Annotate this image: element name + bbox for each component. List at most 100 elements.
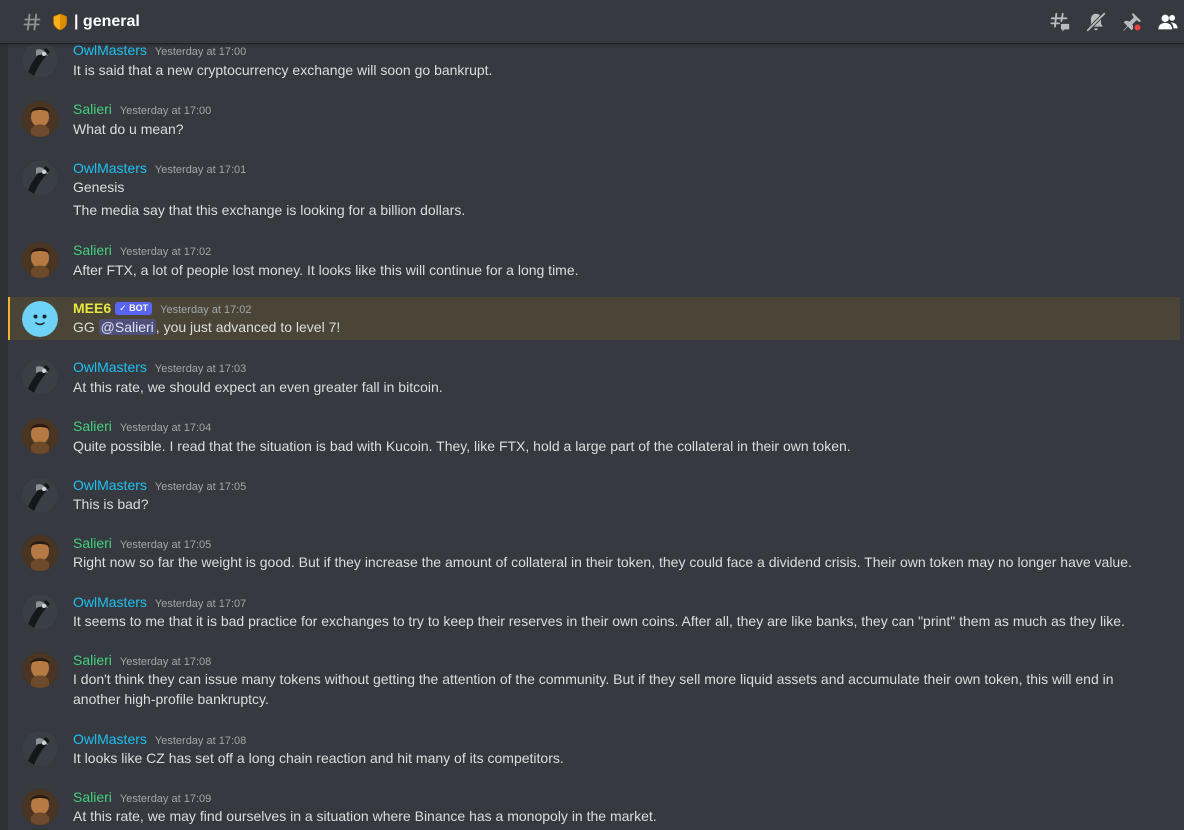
message-text: This is bad? bbox=[73, 496, 149, 512]
avatar-owlmasters[interactable] bbox=[22, 731, 58, 767]
avatar-salieri[interactable] bbox=[22, 101, 58, 137]
salieri-avatar-image bbox=[22, 418, 58, 454]
salieri-avatar-image bbox=[22, 652, 58, 688]
avatar-owlmasters[interactable] bbox=[22, 359, 58, 395]
author-name[interactable]: OwlMasters bbox=[73, 731, 147, 747]
message-header: MEE6 ✓ BOT Yesterday at 17:02 bbox=[73, 300, 252, 317]
owl-avatar-image bbox=[22, 594, 58, 630]
message-list: OwlMasters Yesterday at 17:00 It is said… bbox=[8, 0, 1180, 830]
avatar-salieri[interactable] bbox=[22, 535, 58, 571]
message-text: Genesis bbox=[73, 179, 125, 195]
author-name[interactable]: Salieri bbox=[73, 101, 112, 117]
message-text: It seems to me that it is bad practice f… bbox=[73, 613, 1125, 629]
message: Salieri Yesterday at 17:05 Right now so … bbox=[8, 533, 1180, 585]
owl-avatar-image bbox=[22, 359, 58, 395]
author-name[interactable]: Salieri bbox=[73, 242, 112, 258]
author-name[interactable]: Salieri bbox=[73, 535, 112, 551]
mute-icon bbox=[1086, 12, 1106, 32]
message-header: Salieri Yesterday at 17:08 bbox=[73, 652, 211, 668]
avatar-salieri[interactable] bbox=[22, 242, 58, 278]
owl-avatar-image bbox=[22, 42, 58, 78]
server-sidebar-edge bbox=[0, 0, 8, 830]
message-header: OwlMasters Yesterday at 17:08 bbox=[73, 731, 246, 747]
message: Salieri Yesterday at 17:02 After FTX, a … bbox=[8, 240, 1180, 292]
mee6-avatar-image bbox=[22, 301, 58, 337]
text-suffix: , you just advanced to level 7! bbox=[155, 319, 341, 335]
message: Salieri Yesterday at 17:08 I don't think… bbox=[8, 650, 1180, 722]
message-text: After FTX, a lot of people lost money. I… bbox=[73, 262, 579, 278]
avatar-owlmasters[interactable] bbox=[22, 594, 58, 630]
salieri-avatar-image bbox=[22, 789, 58, 825]
message-text: It looks like CZ has set off a long chai… bbox=[73, 750, 564, 766]
avatar-owlmasters[interactable] bbox=[22, 160, 58, 196]
header-toolbar bbox=[1036, 0, 1180, 44]
message: Salieri Yesterday at 17:09 At this rate,… bbox=[8, 787, 1180, 830]
threads-button[interactable] bbox=[1048, 10, 1072, 34]
text-prefix: GG bbox=[73, 319, 99, 335]
channel-title: | general bbox=[74, 13, 140, 31]
author-name[interactable]: MEE6 bbox=[73, 300, 111, 316]
timestamp: Yesterday at 17:09 bbox=[119, 793, 212, 805]
author-name[interactable]: OwlMasters bbox=[73, 359, 147, 375]
timestamp: Yesterday at 17:00 bbox=[154, 46, 247, 58]
author-name[interactable]: Salieri bbox=[73, 418, 112, 434]
author-name[interactable]: Salieri bbox=[73, 789, 112, 805]
owl-avatar-image bbox=[22, 731, 58, 767]
timestamp: Yesterday at 17:02 bbox=[119, 246, 212, 258]
owl-avatar-image bbox=[22, 477, 58, 513]
author-name[interactable]: OwlMasters bbox=[73, 160, 147, 176]
avatar-owlmasters[interactable] bbox=[22, 477, 58, 513]
channel-header: | general bbox=[0, 0, 1184, 44]
message-header: OwlMasters Yesterday at 17:05 bbox=[73, 477, 246, 493]
avatar-salieri[interactable] bbox=[22, 789, 58, 825]
message: Salieri Yesterday at 17:00 What do u mea… bbox=[8, 99, 1180, 151]
member-list-button[interactable] bbox=[1156, 10, 1180, 34]
timestamp: Yesterday at 17:02 bbox=[160, 304, 252, 316]
timestamp: Yesterday at 17:08 bbox=[119, 656, 212, 668]
message-text: The media say that this exchange is look… bbox=[73, 202, 466, 218]
user-mention[interactable]: @Salieri bbox=[98, 319, 156, 335]
salieri-avatar-image bbox=[22, 242, 58, 278]
message: OwlMasters Yesterday at 17:08 It looks l… bbox=[8, 729, 1180, 781]
owl-avatar-image bbox=[22, 160, 58, 196]
author-name[interactable]: OwlMasters bbox=[73, 42, 147, 58]
hash-icon bbox=[23, 13, 41, 30]
message-header: OwlMasters Yesterday at 17:00 bbox=[73, 42, 246, 58]
author-name[interactable]: Salieri bbox=[73, 652, 112, 668]
message-text: GG @Salieri, you just advanced to level … bbox=[73, 319, 340, 335]
message: OwlMasters Yesterday at 17:05 This is ba… bbox=[8, 475, 1180, 527]
message: OwlMasters Yesterday at 17:01 Genesis Th… bbox=[8, 158, 1180, 224]
message-text: What do u mean? bbox=[73, 121, 184, 137]
timestamp: Yesterday at 17:08 bbox=[154, 735, 247, 747]
salieri-avatar-image bbox=[22, 101, 58, 137]
timestamp: Yesterday at 17:01 bbox=[154, 164, 247, 176]
pin-icon bbox=[1123, 12, 1142, 32]
author-name[interactable]: OwlMasters bbox=[73, 477, 147, 493]
message: Salieri Yesterday at 17:04 Quite possibl… bbox=[8, 416, 1180, 468]
message: OwlMasters Yesterday at 17:03 At this ra… bbox=[8, 357, 1180, 409]
timestamp: Yesterday at 17:00 bbox=[119, 105, 212, 117]
message: OwlMasters Yesterday at 17:00 It is said… bbox=[8, 40, 1180, 92]
timestamp: Yesterday at 17:03 bbox=[154, 363, 247, 375]
title-separator: | bbox=[74, 12, 83, 30]
level-up-message: MEE6 ✓ BOT Yesterday at 17:02 GG @Salier… bbox=[8, 297, 1180, 340]
avatar-salieri[interactable] bbox=[22, 418, 58, 454]
message-header: Salieri Yesterday at 17:09 bbox=[73, 789, 211, 805]
message-header: OwlMasters Yesterday at 17:01 bbox=[73, 160, 246, 176]
channel-name: general bbox=[82, 12, 140, 30]
avatar-owlmasters[interactable] bbox=[22, 42, 58, 78]
message-header: Salieri Yesterday at 17:05 bbox=[73, 535, 211, 551]
chat-window: | general OwlMasters Yesterday at 17:00 … bbox=[0, 0, 1184, 830]
avatar-mee6[interactable] bbox=[22, 301, 58, 337]
mute-channel-button[interactable] bbox=[1084, 10, 1108, 34]
message-header: OwlMasters Yesterday at 17:03 bbox=[73, 359, 246, 375]
message-text: I don't think they can issue many tokens… bbox=[73, 671, 1114, 707]
pinned-messages-button[interactable] bbox=[1120, 10, 1144, 34]
message-text: It is said that a new cryptocurrency exc… bbox=[73, 62, 493, 78]
timestamp: Yesterday at 17:05 bbox=[154, 481, 247, 493]
bot-tag: ✓ BOT bbox=[115, 302, 153, 315]
author-name[interactable]: OwlMasters bbox=[73, 594, 147, 610]
message-header: Salieri Yesterday at 17:04 bbox=[73, 418, 211, 434]
avatar-salieri[interactable] bbox=[22, 652, 58, 688]
message-header: OwlMasters Yesterday at 17:07 bbox=[73, 594, 246, 610]
